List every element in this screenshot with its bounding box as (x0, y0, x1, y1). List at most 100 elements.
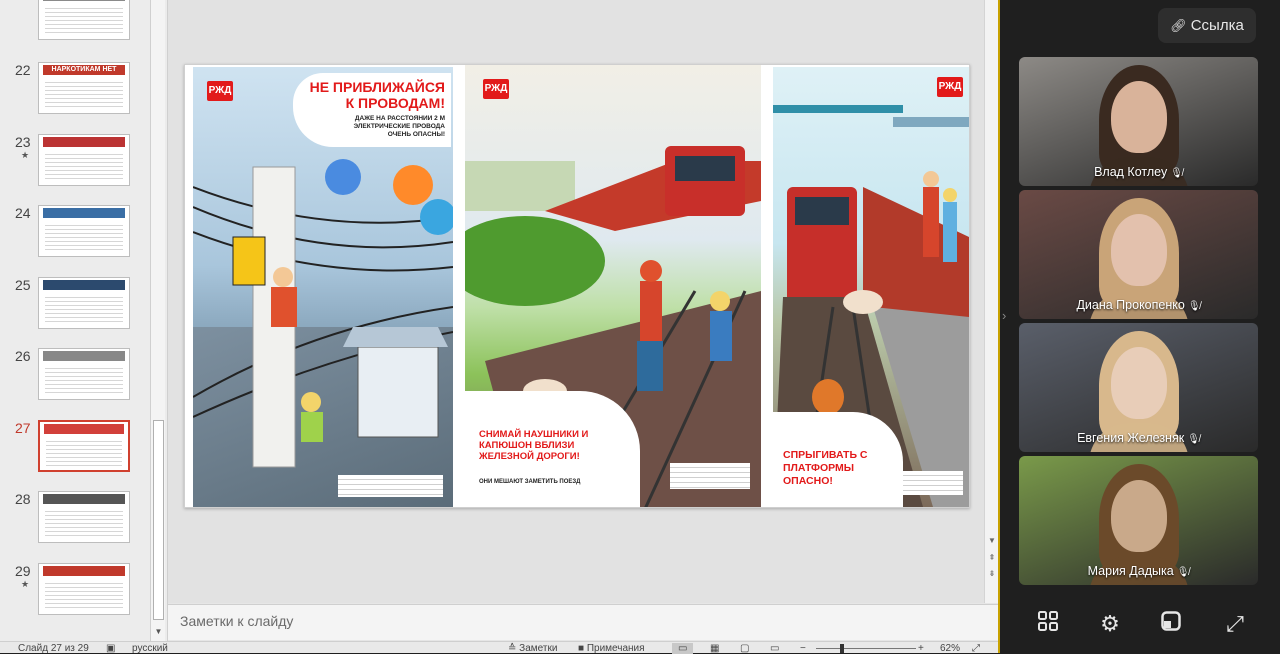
zoom-in-icon[interactable]: + (918, 643, 924, 654)
participant-name: Влад Котлеу (1094, 165, 1168, 179)
slide-thumbnail[interactable]: НАРКОТИКАМ НЕТ (38, 62, 130, 114)
comments-toggle-label: Примечания (586, 643, 645, 654)
thumbnail-title (43, 494, 125, 504)
animation-star-icon: ★ (21, 579, 30, 589)
slide-number: 24 (15, 205, 31, 221)
slide-number: 25 (15, 277, 31, 293)
poster-fine-print (903, 471, 963, 495)
slide-number: 22 (15, 62, 31, 78)
participant-video-tile[interactable]: Мария Дадыка 🎙︎̸ (1019, 456, 1258, 585)
thumbnail-title (43, 137, 125, 147)
participant-name: Диана Прокопенко (1076, 298, 1185, 312)
editor-scrollbar[interactable]: ▼ ⇞ ⇟ (984, 0, 998, 603)
copy-link-label: Ссылка (1190, 17, 1244, 34)
slide-thumbnail[interactable] (38, 205, 130, 257)
slide-number: 27 (15, 420, 31, 436)
rzd-logo: РЖД (483, 79, 509, 99)
participant-video-tile[interactable]: Влад Котлеу 🎙︎̸ (1019, 57, 1258, 186)
slide-thumbnail-row[interactable]: 27 (0, 420, 150, 474)
scroll-down-arrow-icon[interactable]: ▼ (153, 626, 164, 638)
settings-icon[interactable]: ⚙ (1092, 606, 1128, 642)
thumbnail-scroll-thumb[interactable] (153, 420, 164, 620)
thumbnail-title (43, 208, 125, 218)
participant-video-tile[interactable]: Евгения Железняк 🎙︎̸ (1019, 323, 1258, 452)
zoom-out-icon[interactable]: − (800, 643, 806, 654)
layout-icon[interactable] (1153, 606, 1189, 642)
poster-fine-print (670, 463, 750, 489)
slide-thumbnail-row[interactable]: 23 ★ (0, 134, 150, 188)
normal-view-icon[interactable]: ▭ (672, 643, 694, 654)
notes-pane[interactable]: Заметки к слайду (168, 604, 998, 640)
participant-name-label: Евгения Железняк 🎙︎̸ (1019, 431, 1258, 445)
slide-counter: Слайд 27 из 29 (18, 643, 89, 654)
reading-view-icon[interactable]: ▢ (740, 643, 749, 654)
language-indicator[interactable]: русский (132, 643, 168, 654)
fullscreen-icon[interactable]: ⤢ (1217, 606, 1253, 642)
slide-thumbnail[interactable] (38, 0, 130, 40)
grid-icon[interactable] (1030, 606, 1066, 642)
status-bar: Слайд 27 из 29 ▣ русский ≙ Заметки ■ При… (0, 641, 998, 654)
poster-subtext: ОНИ МЕШАЮТ ЗАМЕТИТЬ ПОЕЗД (479, 479, 581, 485)
slide-thumbnail-row[interactable]: 29 ★ (0, 563, 150, 617)
collapse-panel-icon[interactable]: › (1002, 308, 1014, 326)
slide-thumbnail[interactable] (38, 420, 130, 472)
comments-toggle-button[interactable]: ■ Примечания (578, 643, 645, 654)
slide-thumbnail-pane: 22 НАРКОТИКАМ НЕТ 23 ★ 24 25 26 27 28 29 ★ ▼ (0, 0, 168, 641)
link-icon: 🔗︎ (1170, 18, 1187, 33)
thumbnail-content (45, 508, 123, 538)
poster-platform: РЖД СПРЫГИВАТЬ С ПЛАТФОРМЫ ОПАСНО! (773, 67, 969, 507)
slide-thumbnail[interactable] (38, 348, 130, 400)
next-slide-icon[interactable]: ⇟ (986, 568, 998, 580)
poster-wires: РЖД НЕ ПРИБЛИЖАЙСЯ К ПРОВОДАМ! ДАЖЕ НА Р… (193, 67, 453, 507)
copy-link-button[interactable]: 🔗︎ Ссылка (1158, 8, 1256, 43)
slide-thumbnail-row[interactable]: 26 (0, 348, 150, 402)
slide-sorter-icon[interactable]: ▦ (710, 643, 719, 654)
slide-thumbnail[interactable] (38, 134, 130, 186)
mic-muted-icon: 🎙︎̸ (1187, 434, 1200, 445)
thumbnail-scrollbar[interactable]: ▼ (150, 0, 165, 641)
scroll-down-icon[interactable]: ▼ (986, 535, 998, 547)
thumbnail-title (43, 351, 125, 361)
participant-video-tile[interactable]: Диана Прокопенко 🎙︎̸ (1019, 190, 1258, 319)
slide-thumbnail-row[interactable]: 25 (0, 277, 150, 331)
slide-number: 26 (15, 348, 31, 364)
zoom-level[interactable]: 62% (940, 643, 960, 654)
slide-number: 23 (15, 134, 31, 150)
thumbnail-title (43, 280, 125, 290)
participant-name: Евгения Железняк (1077, 431, 1185, 445)
rzd-logo: РЖД (937, 77, 963, 97)
thumbnail-title: НАРКОТИКАМ НЕТ (43, 65, 125, 75)
slide-thumbnail[interactable] (38, 277, 130, 329)
notes-toggle-label: Заметки (519, 643, 558, 654)
participant-name-label: Диана Прокопенко 🎙︎̸ (1019, 298, 1258, 312)
poster-fine-print (338, 475, 443, 497)
previous-slide-icon[interactable]: ⇞ (986, 552, 998, 564)
thumbnail-title (44, 424, 124, 434)
animation-star-icon: ★ (21, 150, 30, 160)
slide-thumbnail-row[interactable]: 28 (0, 491, 150, 545)
participant-face (1111, 347, 1167, 419)
thumbnail-content (45, 5, 123, 35)
slide-thumbnail[interactable] (38, 563, 130, 615)
participant-face (1111, 81, 1167, 153)
fit-slide-icon[interactable]: ⤢ (972, 643, 980, 654)
participant-name-label: Мария Дадыка 🎙︎̸ (1019, 564, 1258, 578)
slide-thumbnail-row[interactable]: 22 НАРКОТИКАМ НЕТ (0, 62, 150, 116)
poster-headline: НЕ ПРИБЛИЖАЙСЯ К ПРОВОДАМ! (309, 79, 445, 111)
notes-toggle-button[interactable]: ≙ Заметки (508, 643, 557, 654)
slide-thumbnail-row[interactable]: 24 (0, 205, 150, 259)
slide-thumbnail[interactable] (38, 491, 130, 543)
spellcheck-icon[interactable]: ▣ (106, 643, 115, 654)
zoom-slider-thumb[interactable] (840, 644, 844, 653)
slideshow-icon[interactable]: ▭ (770, 643, 779, 654)
poster-subtext: ДАЖЕ НА РАССТОЯНИИ 2 М ЭЛЕКТРИЧЕСКИЕ ПРО… (353, 115, 445, 138)
participant-name: Мария Дадыка (1087, 564, 1174, 578)
current-slide[interactable]: РЖД НЕ ПРИБЛИЖАЙСЯ К ПРОВОДАМ! ДАЖЕ НА Р… (184, 64, 970, 508)
zoom-slider[interactable] (816, 648, 916, 649)
thumbnail-content (45, 222, 123, 252)
mic-muted-icon: 🎙︎̸ (1187, 301, 1201, 312)
thumbnail-content (45, 580, 123, 610)
thumbnail-content (45, 294, 123, 324)
powerpoint-window: 22 НАРКОТИКАМ НЕТ 23 ★ 24 25 26 27 28 29 ★ ▼ (0, 0, 1000, 654)
slide-thumbnail-row[interactable] (0, 0, 150, 42)
